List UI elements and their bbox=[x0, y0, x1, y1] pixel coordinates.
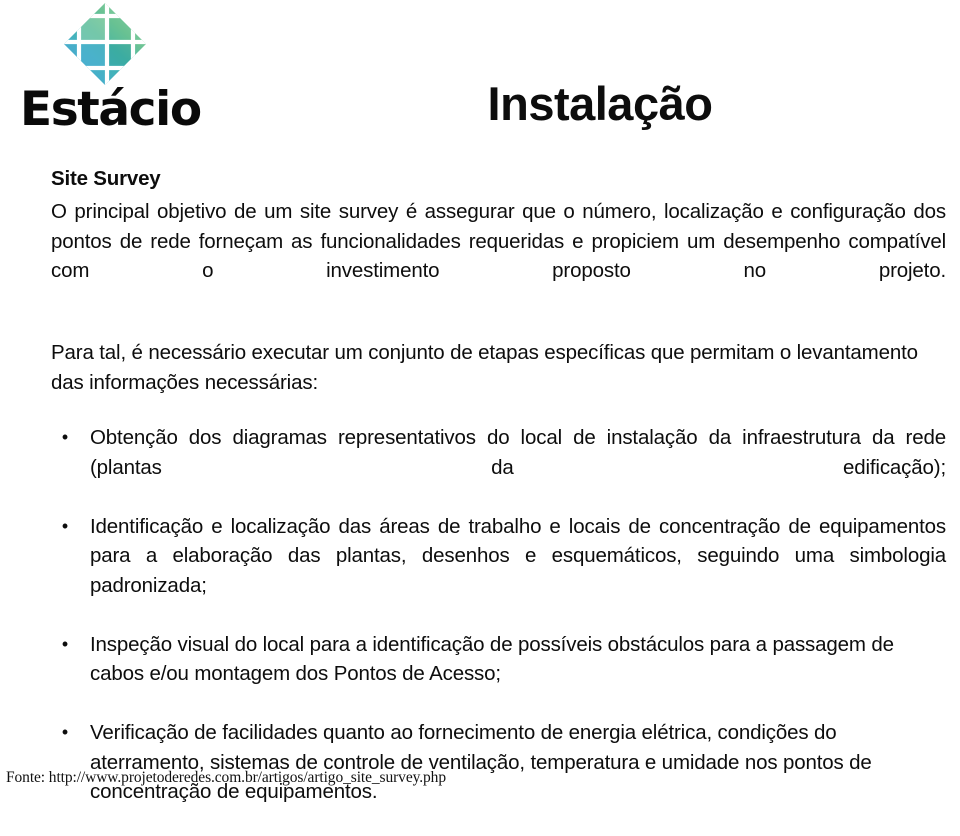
list-item-label: Identificação e localização das áreas de… bbox=[90, 514, 946, 597]
bullet-icon: • bbox=[61, 633, 69, 654]
source-footnote: Fonte: http://www.projetoderedes.com.br/… bbox=[6, 769, 446, 786]
spacer-before-list bbox=[51, 397, 946, 423]
list-item: • Inspeção visual do local para a identi… bbox=[51, 630, 946, 719]
section-heading-site-survey: Site Survey bbox=[51, 167, 161, 190]
estacio-diamond-grid-icon bbox=[63, 2, 147, 86]
list-item: • Identificação e localização das áreas … bbox=[51, 512, 946, 630]
bullet-icon: • bbox=[61, 427, 69, 447]
list-item-label: Inspeção visual do local para a identifi… bbox=[90, 632, 894, 686]
brand-wordmark: Estácio bbox=[20, 82, 202, 137]
slide-canvas: Estácio Instalação Site Survey O princip… bbox=[0, 0, 960, 803]
slide-body: Site Survey O principal objetivo de um s… bbox=[51, 166, 946, 836]
intro-paragraph: O principal objetivo de um site survey é… bbox=[51, 200, 946, 282]
bullet-icon: • bbox=[61, 722, 69, 742]
lead-in-paragraph: Para tal, é necessário executar um conju… bbox=[51, 341, 918, 394]
list-item-label: Obtenção dos diagramas representativos d… bbox=[90, 426, 946, 479]
spacer-after-intro bbox=[51, 315, 946, 338]
bullet-icon: • bbox=[61, 515, 69, 536]
brand-logo: Estácio bbox=[8, 0, 218, 142]
list-item: • Obtenção dos diagramas representativos… bbox=[51, 423, 946, 512]
page-title: Instalação bbox=[487, 77, 713, 130]
